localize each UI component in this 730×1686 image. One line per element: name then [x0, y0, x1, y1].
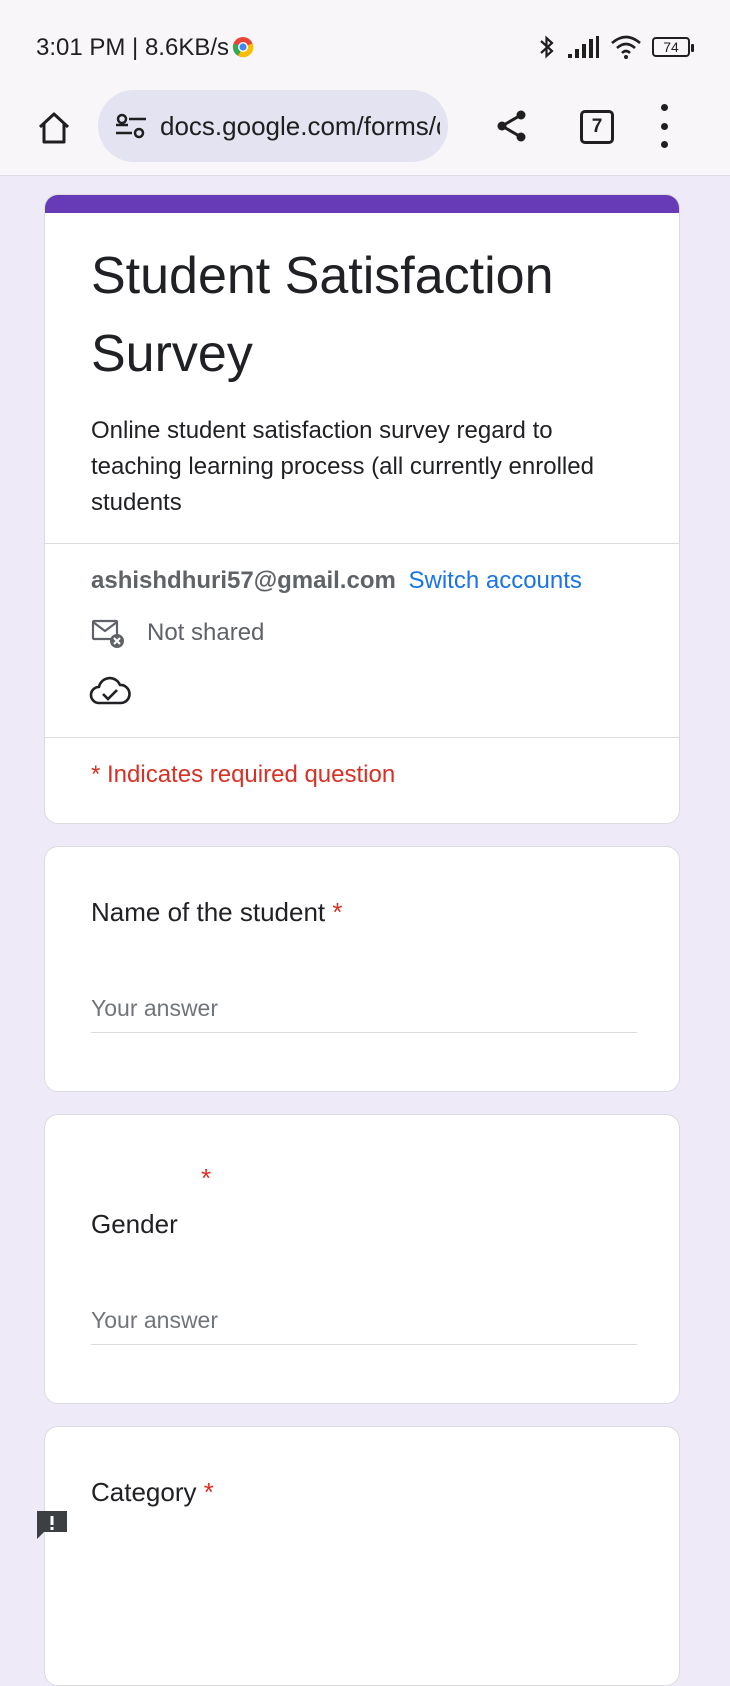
question-card-category: Category *	[44, 1426, 680, 1686]
question-title: Name of the student *	[91, 897, 343, 928]
tune-icon	[116, 113, 146, 139]
gender-answer-input[interactable]: Your answer	[91, 1307, 637, 1345]
share-icon	[497, 110, 526, 142]
question-title-text: Category	[91, 1477, 197, 1507]
header-divider-2	[45, 737, 679, 738]
tab-switcher-button[interactable]: 7	[580, 110, 614, 144]
home-icon	[38, 112, 70, 144]
required-star: *	[332, 897, 343, 927]
status-indicators: 74	[538, 32, 694, 62]
account-line: ashishdhuri57@gmail.com Switch accounts	[91, 567, 582, 595]
battery-indicator: 74	[652, 37, 694, 57]
form-title: Student Satisfaction Survey	[91, 247, 554, 383]
share-button[interactable]	[492, 106, 532, 146]
question-card-name: Name of the student * Your answer	[44, 846, 680, 1092]
question-card-gender: * Gender Your answer	[44, 1114, 680, 1404]
mail-off-icon	[91, 619, 124, 648]
feedback-button[interactable]	[34, 1508, 70, 1542]
question-title-text: Gender	[91, 1209, 178, 1239]
question-title-text: Name of the student	[91, 897, 326, 927]
required-note: * Indicates required question	[91, 761, 396, 788]
status-bar: 3:01 PM | 8.6KB/s 74	[0, 0, 730, 90]
form-description: Online student satisfaction survey regar…	[91, 417, 594, 516]
chrome-icon	[232, 37, 254, 58]
feedback-icon	[37, 1511, 67, 1539]
cloud-check-icon	[89, 676, 131, 705]
not-shared-label: Not shared	[147, 619, 265, 646]
status-time-speed: 3:01 PM | 8.6KB/s	[36, 34, 229, 61]
required-star: *	[203, 1477, 214, 1507]
signal-icon	[568, 36, 599, 58]
name-answer-input[interactable]: Your answer	[91, 995, 637, 1033]
required-star: *	[201, 1163, 212, 1193]
address-bar[interactable]: docs.google.com/forms/d	[98, 90, 448, 162]
header-accent-bar	[45, 195, 679, 213]
home-button[interactable]	[32, 106, 76, 150]
browser-toolbar: docs.google.com/forms/d 7	[0, 90, 730, 176]
question-title: Category *	[91, 1477, 214, 1508]
header-divider	[45, 543, 679, 544]
more-vert-icon[interactable]	[652, 104, 676, 148]
switch-accounts-link[interactable]: Switch accounts	[409, 567, 582, 594]
site-settings-button[interactable]	[114, 109, 148, 143]
url-text: docs.google.com/forms/d	[160, 110, 440, 141]
not-shared-row: Not shared	[91, 613, 264, 653]
battery-level: 74	[663, 39, 679, 55]
form-header-card: Student Satisfaction Survey Online stude…	[44, 194, 680, 824]
tab-count: 7	[591, 116, 603, 137]
question-title: Gender	[91, 1209, 178, 1240]
wifi-icon	[611, 35, 641, 59]
bluetooth-icon	[540, 35, 554, 59]
account-email: ashishdhuri57@gmail.com	[91, 567, 396, 594]
